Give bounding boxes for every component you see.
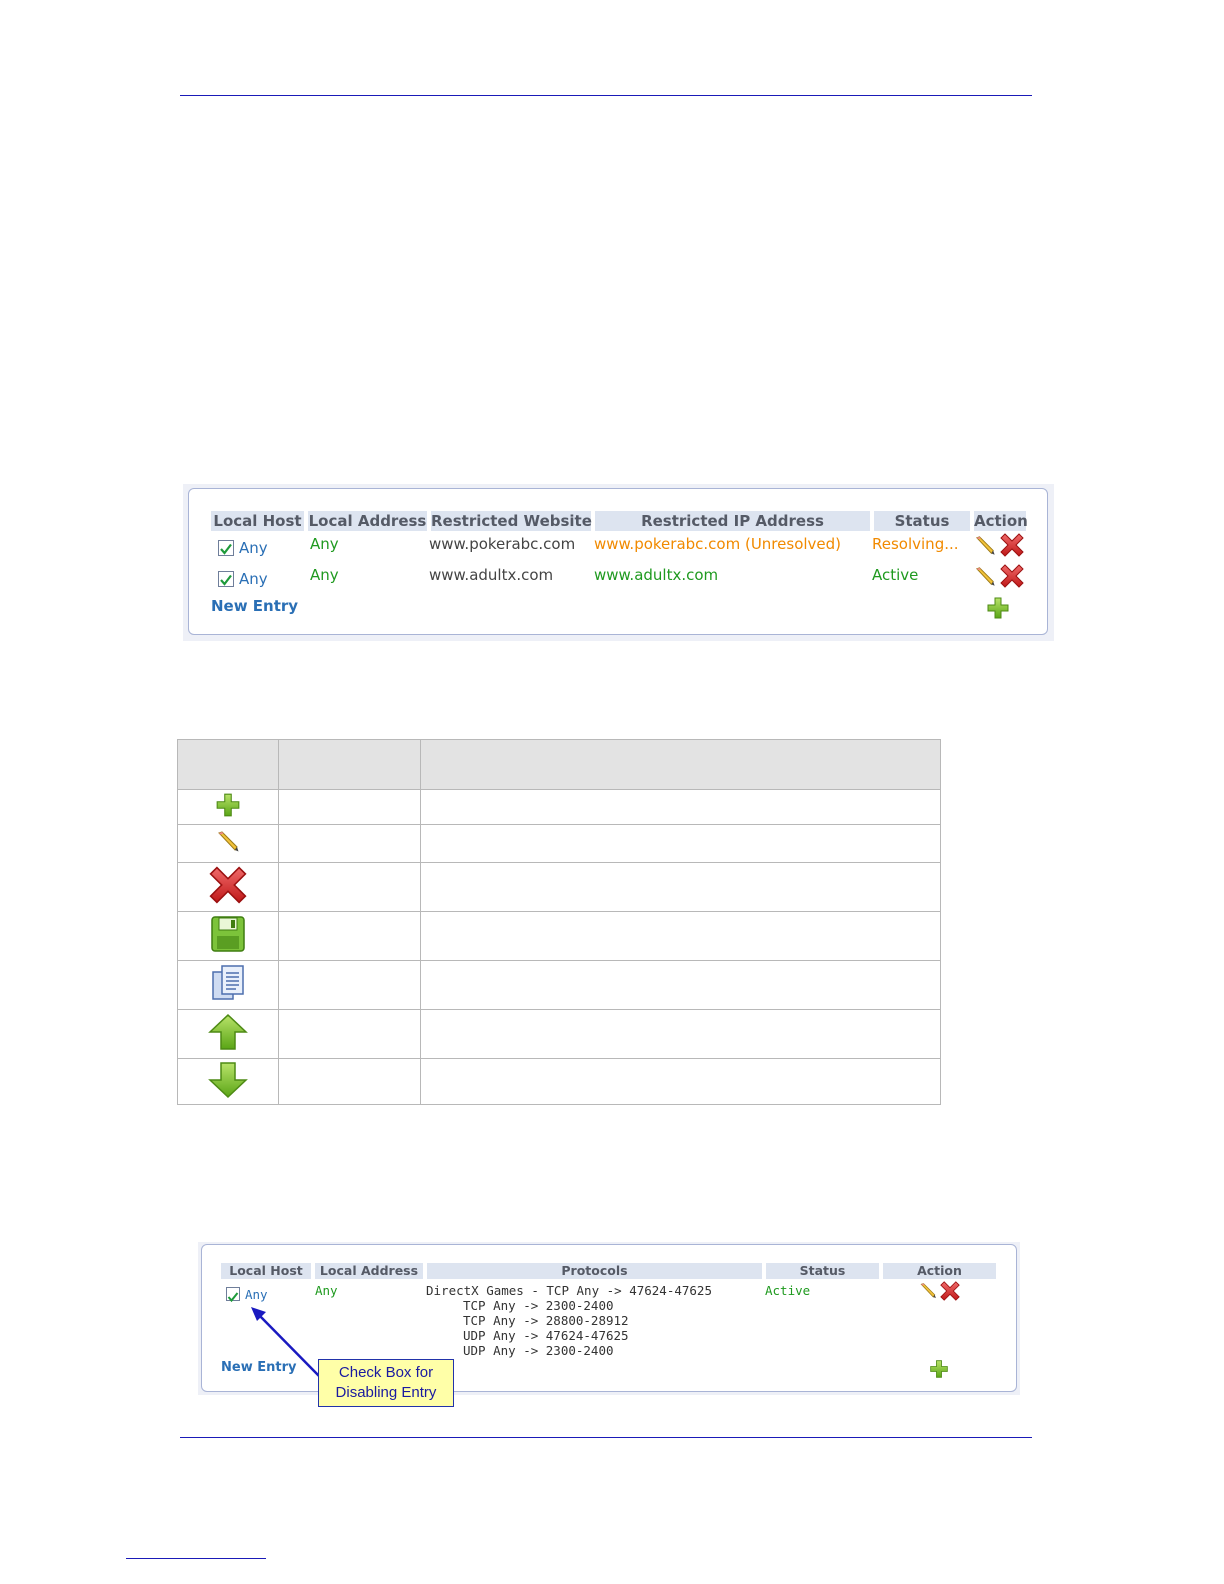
description-cell xyxy=(419,862,942,912)
table-row xyxy=(177,911,942,961)
copy-documents-icon xyxy=(212,965,244,1000)
enable-checkbox[interactable] xyxy=(218,571,234,587)
name-cell xyxy=(277,911,421,961)
icon-cell xyxy=(177,911,279,961)
check-icon xyxy=(220,543,232,555)
table-row xyxy=(177,789,942,825)
action-icons-table xyxy=(177,739,942,1105)
column-header-local-host: Local Host xyxy=(211,511,304,531)
delete-x-icon[interactable] xyxy=(1000,564,1024,588)
plus-icon[interactable] xyxy=(929,1359,949,1379)
table-header-row xyxy=(177,739,942,790)
name-cell xyxy=(277,789,421,825)
restricted-ip-cell: www.adultx.com xyxy=(594,566,719,584)
plus-icon[interactable] xyxy=(986,596,1010,620)
column-header-status: Status xyxy=(874,511,970,531)
check-icon xyxy=(220,574,232,586)
column-header-local-address: Local Address xyxy=(308,511,427,531)
local-address-cell: Any xyxy=(315,1283,338,1298)
local-host-cell[interactable]: Any xyxy=(239,570,268,588)
local-address-cell: Any xyxy=(310,566,339,584)
column-header-restricted-ip-address: Restricted IP Address xyxy=(595,511,870,531)
table-row xyxy=(177,1009,942,1059)
delete-x-icon xyxy=(209,866,247,904)
restricted-website-cell: www.pokerabc.com xyxy=(429,535,576,553)
icon-cell xyxy=(177,824,279,863)
delete-x-icon[interactable] xyxy=(940,1281,960,1301)
protocol-line: UDP Any -> 47624-47625 xyxy=(463,1328,629,1343)
column-header-action: Action xyxy=(883,1263,996,1279)
status-cell: Resolving... xyxy=(872,535,959,553)
column-header-protocols: Protocols xyxy=(427,1263,762,1279)
column-header-restricted-website: Restricted Website xyxy=(431,511,592,531)
name-cell xyxy=(277,862,421,912)
footnote-rule xyxy=(126,1558,266,1559)
description-cell xyxy=(419,960,942,1010)
description-cell xyxy=(419,789,942,825)
check-icon xyxy=(227,1292,239,1303)
column-header-local-address: Local Address xyxy=(315,1263,423,1279)
pencil-icon xyxy=(216,830,240,854)
protocol-line: UDP Any -> 2300-2400 xyxy=(463,1343,614,1358)
table-row xyxy=(177,824,942,863)
restricted-websites-panel: Local Host Local Address Restricted Webs… xyxy=(188,488,1048,635)
footer-rule xyxy=(180,1437,1032,1438)
header-cell-icon xyxy=(177,739,279,790)
status-cell: Active xyxy=(872,566,919,584)
save-disk-icon xyxy=(211,916,245,952)
name-cell xyxy=(277,1009,421,1059)
name-cell xyxy=(277,824,421,863)
icon-cell xyxy=(177,862,279,912)
icon-cell xyxy=(177,789,279,825)
callout-line: Check Box for xyxy=(338,1364,434,1381)
new-entry-link[interactable]: New Entry xyxy=(211,597,298,615)
table-row xyxy=(177,960,942,1010)
header-rule xyxy=(180,95,1032,96)
description-cell xyxy=(419,824,942,863)
status-cell: Active xyxy=(765,1283,811,1298)
restricted-website-cell: www.adultx.com xyxy=(429,566,554,584)
local-address-cell: Any xyxy=(310,535,339,553)
local-host-cell[interactable]: Any xyxy=(239,539,268,557)
restricted-ip-cell: www.pokerabc.com (Unresolved) xyxy=(594,535,842,553)
description-cell xyxy=(419,911,942,961)
column-header-local-host: Local Host xyxy=(221,1263,311,1279)
pencil-icon[interactable] xyxy=(919,1282,937,1300)
header-cell-description xyxy=(419,739,942,790)
protocol-line: TCP Any -> 28800-28912 xyxy=(463,1313,629,1328)
name-cell xyxy=(277,1058,421,1105)
header-cell-name xyxy=(277,739,421,790)
icon-cell xyxy=(177,1009,279,1059)
table-row xyxy=(177,862,942,912)
delete-x-icon[interactable] xyxy=(1000,533,1024,557)
icon-cell xyxy=(177,960,279,1010)
protocol-line: DirectX Games - TCP Any -> 47624-47625 xyxy=(426,1283,712,1298)
pencil-icon[interactable] xyxy=(974,566,996,588)
column-header-status: Status xyxy=(766,1263,879,1279)
description-cell xyxy=(419,1058,942,1105)
description-cell xyxy=(419,1009,942,1059)
callout-line: Disabling Entry xyxy=(335,1384,437,1401)
arrow-up-icon xyxy=(208,1013,248,1050)
name-cell xyxy=(277,960,421,1010)
restricted-websites-screenshot: Local Host Local Address Restricted Webs… xyxy=(183,484,1054,641)
plus-icon xyxy=(215,792,241,818)
callout-box: Check Box for Disabling Entry xyxy=(318,1359,454,1407)
pencil-icon[interactable] xyxy=(974,535,996,557)
icon-cell xyxy=(177,1058,279,1105)
table-row xyxy=(177,1058,942,1105)
arrow-down-icon xyxy=(208,1061,248,1098)
protocol-line: TCP Any -> 2300-2400 xyxy=(463,1298,614,1313)
enable-checkbox[interactable] xyxy=(226,1287,240,1303)
enable-checkbox[interactable] xyxy=(218,540,234,556)
column-header-action: Action xyxy=(974,511,1028,531)
